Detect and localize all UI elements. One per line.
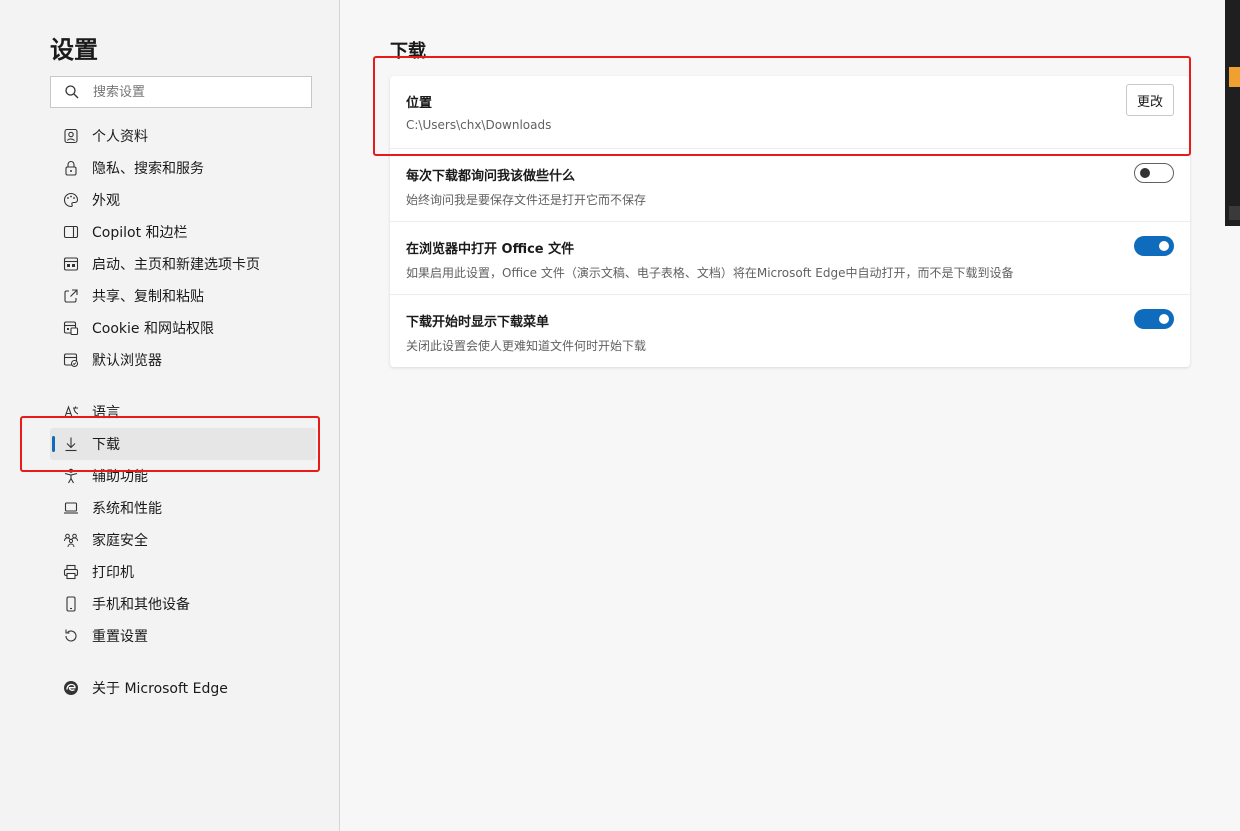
setting-row-show-downloads-menu: 下载开始时显示下载菜单 关闭此设置会使人更难知道文件何时开始下载: [390, 295, 1190, 367]
location-title: 位置: [406, 96, 433, 111]
phone-icon: [63, 596, 79, 612]
sidebar-title: 设置: [50, 36, 98, 64]
setting-description: 如果启用此设置，Office 文件（演示文稿、电子表格、文档）将在Microso…: [406, 266, 1014, 280]
toggle-knob: [1159, 314, 1169, 324]
setting-description: 始终询问我是要保存文件还是打开它而不保存: [406, 193, 647, 207]
edge-logo-icon: [63, 680, 79, 696]
sidebar-item-system[interactable]: 系统和性能: [50, 492, 316, 524]
search-input[interactable]: [91, 83, 295, 101]
palette-icon: [63, 192, 79, 208]
sidebar-item-label: 下载: [92, 437, 120, 453]
sidebar-item-label: 家庭安全: [92, 533, 148, 549]
search-icon: [65, 85, 79, 99]
change-location-button[interactable]: 更改: [1126, 84, 1174, 116]
page-title: 下载: [390, 41, 426, 62]
download-icon: [63, 436, 79, 452]
sidebar-item-reset[interactable]: 重置设置: [50, 620, 316, 652]
sidebar-item-profile[interactable]: 个人资料: [50, 120, 316, 152]
share-icon: [63, 288, 79, 304]
sidebar-item-default-browser[interactable]: 默认浏览器: [50, 344, 316, 376]
sidebar-item-label: 默认浏览器: [92, 353, 162, 369]
location-path: C:\Users\chx\Downloads: [406, 118, 552, 132]
sidebar-item-label: 外观: [92, 193, 120, 209]
sidebar-item-label: 隐私、搜索和服务: [92, 161, 204, 177]
app-icon: [1229, 206, 1240, 220]
background-window-edge: [1225, 0, 1240, 226]
sidebar-item-label: Cookie 和网站权限: [92, 321, 214, 337]
home-icon: [63, 256, 79, 272]
sidebar-item-phone[interactable]: 手机和其他设备: [50, 588, 316, 620]
sidebar-item-downloads[interactable]: 下载: [50, 428, 316, 460]
accessibility-icon: [63, 468, 79, 484]
open-office-files-toggle[interactable]: [1134, 236, 1174, 256]
downloads-settings-card: 位置 C:\Users\chx\Downloads 更改 每次下载都询问我该做些…: [390, 76, 1190, 367]
sidebar-item-label: 共享、复制和粘贴: [92, 289, 204, 305]
setting-title: 在浏览器中打开 Office 文件: [406, 242, 575, 257]
sidebar-item-label: 手机和其他设备: [92, 597, 190, 613]
family-icon: [63, 532, 79, 548]
setting-row-open-office-files: 在浏览器中打开 Office 文件 如果启用此设置，Office 文件（演示文稿…: [390, 222, 1190, 295]
sidebar-item-about[interactable]: 关于 Microsoft Edge: [50, 672, 316, 704]
setting-title: 下载开始时显示下载菜单: [406, 315, 550, 330]
ask-each-download-toggle[interactable]: [1134, 163, 1174, 183]
sidebar-item-label: 个人资料: [92, 129, 148, 145]
sidebar-item-startup[interactable]: 启动、主页和新建选项卡页: [50, 248, 316, 280]
sidebar-item-family[interactable]: 家庭安全: [50, 524, 316, 556]
notification-badge-icon: [1229, 67, 1240, 87]
profile-icon: [63, 128, 79, 144]
setting-description: 关闭此设置会使人更难知道文件何时开始下载: [406, 339, 647, 353]
sidebar-item-cookies[interactable]: Cookie 和网站权限: [50, 312, 316, 344]
sidebar-item-label: 关于 Microsoft Edge: [92, 681, 228, 697]
printer-icon: [63, 564, 79, 580]
sidebar-item-label: 重置设置: [92, 629, 148, 645]
lock-icon: [63, 160, 79, 176]
sidebar-item-label: 打印机: [92, 565, 134, 581]
location-row: 位置 C:\Users\chx\Downloads 更改: [390, 76, 1190, 149]
browser-icon: [63, 352, 79, 368]
language-icon: [63, 404, 79, 420]
sidebar-item-label: 语言: [92, 405, 120, 421]
sidebar-item-copilot[interactable]: Copilot 和边栏: [50, 216, 316, 248]
sidebar-item-appearance[interactable]: 外观: [50, 184, 316, 216]
sidebar-item-label: Copilot 和边栏: [92, 225, 188, 241]
setting-row-ask-each-download: 每次下载都询问我该做些什么 始终询问我是要保存文件还是打开它而不保存: [390, 149, 1190, 222]
sidebar-item-label: 辅助功能: [92, 469, 148, 485]
laptop-icon: [63, 500, 79, 516]
sidebar-item-label: 启动、主页和新建选项卡页: [92, 257, 260, 273]
sidebar-item-privacy[interactable]: 隐私、搜索和服务: [50, 152, 316, 184]
sidebar-item-accessibility[interactable]: 辅助功能: [50, 460, 316, 492]
settings-sidebar: 设置 个人资料 隐私、搜索和服务 外观 Copilot 和边栏 启动、主页和新建…: [0, 0, 340, 831]
search-box[interactable]: [50, 76, 312, 108]
sidebar-icon: [63, 224, 79, 240]
setting-title: 每次下载都询问我该做些什么: [406, 169, 576, 184]
show-downloads-menu-toggle[interactable]: [1134, 309, 1174, 329]
toggle-knob: [1159, 241, 1169, 251]
sidebar-item-share[interactable]: 共享、复制和粘贴: [50, 280, 316, 312]
sidebar-item-label: 系统和性能: [92, 501, 162, 517]
sidebar-item-printers[interactable]: 打印机: [50, 556, 316, 588]
toggle-knob: [1140, 168, 1150, 178]
site-permissions-icon: [63, 320, 79, 336]
sidebar-item-language[interactable]: 语言: [50, 396, 316, 428]
reset-icon: [63, 628, 79, 644]
